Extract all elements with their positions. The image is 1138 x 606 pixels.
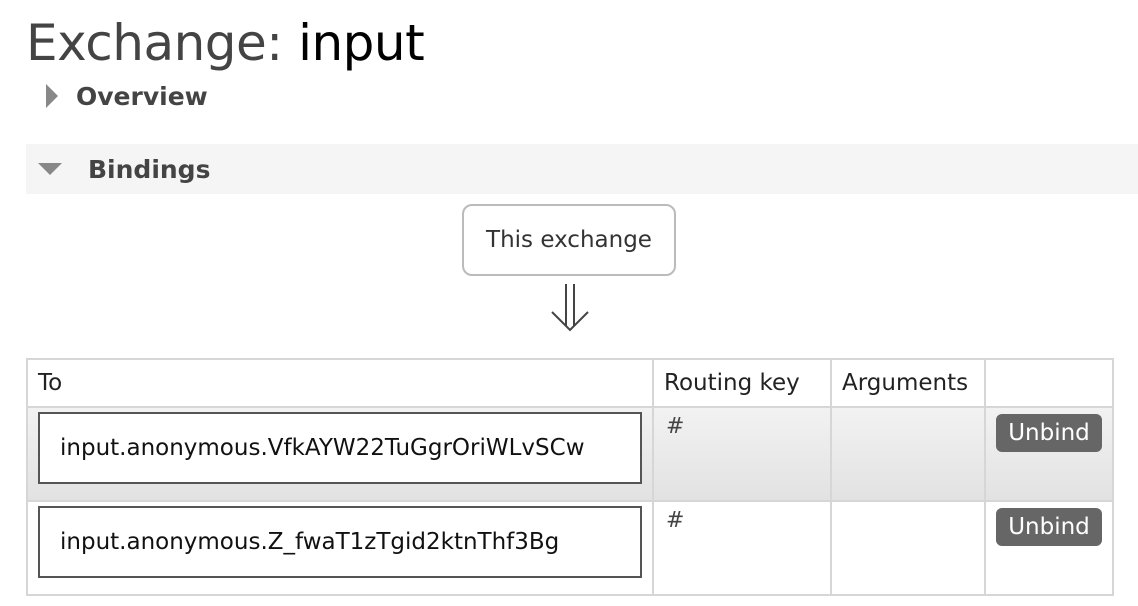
triangle-right-icon (46, 84, 58, 108)
unbind-button[interactable]: Unbind (996, 508, 1102, 546)
triangle-down-icon (38, 163, 62, 175)
routing-key-cell: # (652, 500, 832, 596)
routing-key-cell: # (652, 406, 832, 502)
this-exchange-box: This exchange (462, 204, 676, 276)
table-row: input.anonymous.Z_fwaT1zTgid2ktnThf3Bg #… (26, 500, 1114, 596)
arguments-cell (830, 406, 986, 502)
bindings-table: To Routing key Arguments input.anonymous… (26, 358, 1114, 596)
column-header-actions (984, 358, 1114, 408)
bindings-section-toggle[interactable]: Bindings (26, 144, 1138, 194)
double-arrow-down-icon (551, 284, 589, 332)
unbind-button[interactable]: Unbind (996, 414, 1102, 452)
to-cell: input.anonymous.Z_fwaT1zTgid2ktnThf3Bg (26, 500, 654, 596)
table-header-row: To Routing key Arguments (26, 358, 1114, 408)
bindings-label: Bindings (88, 154, 211, 184)
arguments-cell (830, 500, 986, 596)
column-header-arguments: Arguments (830, 358, 986, 408)
exchange-name: input (298, 14, 425, 72)
page-title: Exchange: input (26, 12, 425, 74)
action-cell: Unbind (984, 500, 1114, 596)
column-header-to: To (26, 358, 654, 408)
queue-link[interactable]: input.anonymous.VfkAYW22TuGgrOriWLvSCw (38, 412, 642, 484)
page-title-prefix: Exchange: (26, 14, 299, 72)
queue-link[interactable]: input.anonymous.Z_fwaT1zTgid2ktnThf3Bg (38, 506, 642, 578)
action-cell: Unbind (984, 406, 1114, 502)
table-row: input.anonymous.VfkAYW22TuGgrOriWLvSCw #… (26, 406, 1114, 502)
to-cell: input.anonymous.VfkAYW22TuGgrOriWLvSCw (26, 406, 654, 502)
overview-section-toggle[interactable]: Overview (26, 76, 426, 116)
column-header-routing-key: Routing key (652, 358, 832, 408)
overview-label: Overview (76, 81, 208, 111)
